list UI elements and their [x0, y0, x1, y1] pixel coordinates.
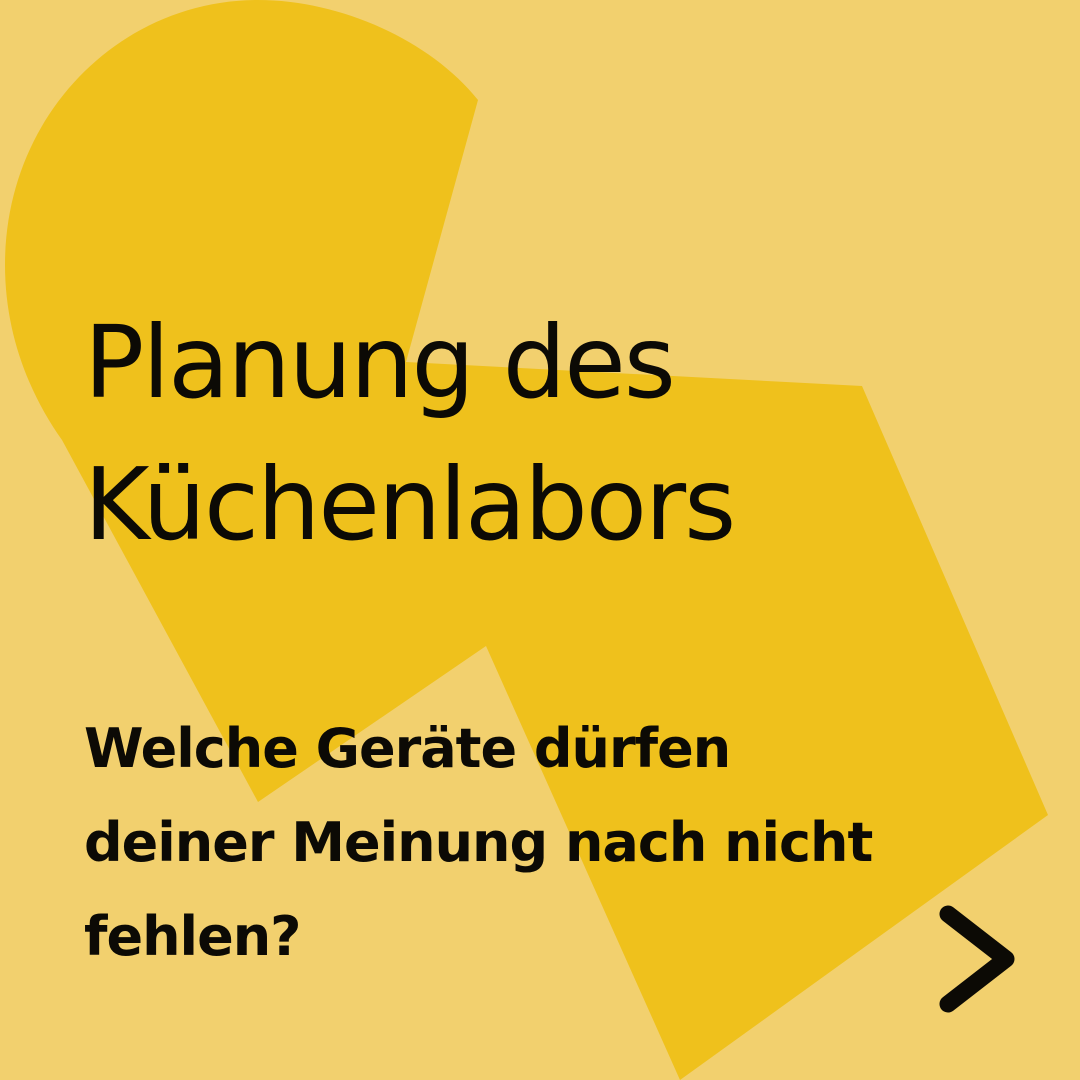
headline: Planung des Küchenlabors [84, 292, 736, 576]
post-canvas: Planung des Küchenlabors Welche Geräte d… [0, 0, 1080, 1080]
question-line-3: fehlen? [84, 905, 301, 968]
question-line-2: deiner Meinung nach nicht [84, 811, 873, 874]
headline-line-1: Planung des [84, 304, 676, 421]
headline-line-2: Küchenlabors [84, 446, 736, 563]
chevron-right-icon[interactable] [928, 896, 1028, 1026]
question-line-1: Welche Geräte dürfen [84, 717, 731, 780]
question-text: Welche Geräte dürfen deiner Meinung nach… [84, 702, 873, 984]
